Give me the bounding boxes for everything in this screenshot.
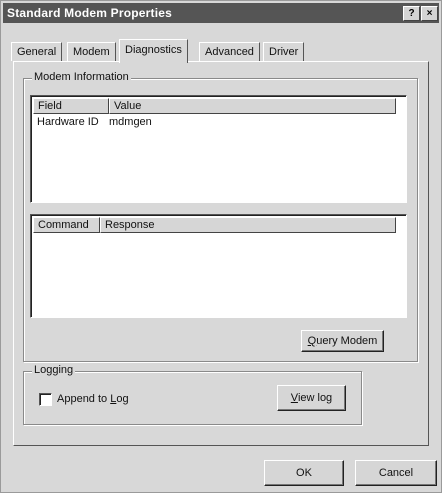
group-title: Logging <box>32 364 76 376</box>
tab-advanced[interactable]: Advanced <box>199 42 260 61</box>
column-label: Value <box>114 100 142 112</box>
column-header-value[interactable]: Value <box>109 98 396 114</box>
column-header-response[interactable]: Response <box>100 217 396 233</box>
cancel-button[interactable]: Cancel <box>355 460 437 486</box>
column-header-command[interactable]: Command <box>33 217 100 233</box>
append-to-log-checkbox[interactable] <box>39 393 52 406</box>
view-log-button[interactable]: View log <box>277 385 346 411</box>
info-list-header: Field Value <box>33 98 404 114</box>
tab-label: Driver <box>269 46 299 58</box>
column-label: Field <box>38 100 62 112</box>
row-field: Hardware ID <box>37 116 99 128</box>
row-value: mdmgen <box>109 116 152 128</box>
info-list[interactable]: Field Value Hardware ID mdmgen <box>30 95 407 203</box>
column-header-field[interactable]: Field <box>33 98 109 114</box>
dialog-title: Standard Modem Properties <box>7 6 173 20</box>
tab-driver[interactable]: Driver <box>263 42 305 61</box>
tab-label: Diagnostics <box>125 44 182 56</box>
button-label: View log <box>290 392 333 404</box>
append-to-log-label[interactable]: Append to Log <box>57 393 129 405</box>
column-label: Command <box>38 219 89 231</box>
command-response-list[interactable]: Command Response <box>30 214 407 318</box>
close-button[interactable]: × <box>421 6 438 21</box>
title-bar[interactable]: Standard Modem Properties ? × <box>3 3 439 23</box>
tab-diagnostics[interactable]: Diagnostics <box>119 39 188 63</box>
tab-general[interactable]: General <box>11 42 63 61</box>
help-icon: ? <box>408 8 415 19</box>
column-label: Response <box>105 219 155 231</box>
command-list-header: Command Response <box>33 217 404 233</box>
tab-label: General <box>17 46 57 58</box>
diagnostics-page: Modem Information Field Value Hardware I… <box>13 61 429 446</box>
modem-properties-dialog: Standard Modem Properties ? × General Mo… <box>0 0 442 493</box>
group-title: Modem Information <box>32 71 131 83</box>
logging-group: Logging Append to Log View log <box>23 364 362 425</box>
button-label: Query Modem <box>307 335 378 347</box>
query-modem-button[interactable]: Query Modem <box>301 330 384 352</box>
tab-modem[interactable]: Modem <box>67 42 116 61</box>
button-label: OK <box>296 467 312 479</box>
close-icon: × <box>426 8 433 19</box>
modem-information-group: Modem Information Field Value Hardware I… <box>23 71 418 362</box>
tab-label: Advanced <box>205 46 254 58</box>
ok-button[interactable]: OK <box>264 460 344 486</box>
button-label: Cancel <box>378 467 414 479</box>
help-button[interactable]: ? <box>403 6 420 21</box>
tab-label: Modem <box>73 46 110 58</box>
